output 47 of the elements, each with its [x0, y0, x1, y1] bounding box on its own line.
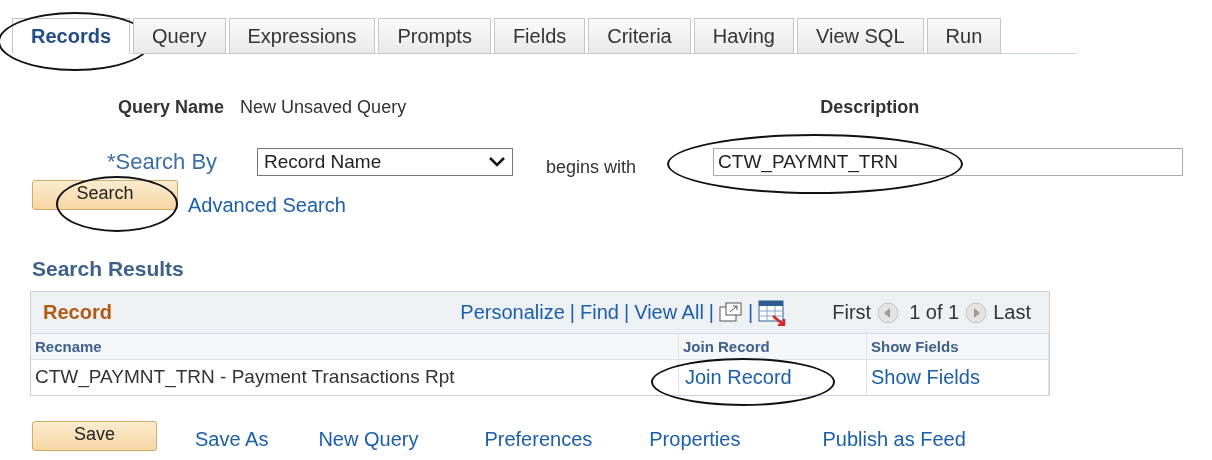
nav-label: Last — [993, 301, 1031, 324]
tab[interactable]: Prompts — [378, 18, 491, 54]
footer-link[interactable]: Preferences — [484, 428, 593, 451]
tab[interactable]: Records — [12, 18, 131, 54]
tab[interactable]: Having — [693, 18, 794, 54]
column-header: Join Record — [679, 334, 867, 360]
show-fields-link[interactable]: Show Fields — [871, 366, 980, 388]
operator-label: begins with — [546, 157, 637, 178]
grid-title: Record — [43, 301, 113, 324]
page-count: 1 of 1 — [909, 301, 960, 324]
column-header: Recname — [31, 334, 679, 360]
description-field[interactable]: CTW_PAYMNT_TRN — [713, 147, 1184, 176]
tab[interactable]: Fields — [493, 18, 586, 54]
tab[interactable]: Run — [926, 18, 1002, 54]
save-button[interactable]: Save — [32, 420, 157, 451]
section-title: Search Results — [32, 257, 185, 281]
chevron-down-icon — [488, 155, 506, 168]
footer-link[interactable]: Save As — [195, 428, 269, 451]
separator: | — [748, 301, 754, 324]
field-value: New Unsaved Query — [240, 96, 407, 118]
grid-link[interactable]: Personalize — [460, 301, 565, 324]
tab[interactable]: Query — [133, 18, 226, 54]
grid-link[interactable]: View All — [634, 301, 704, 324]
previous-icon[interactable] — [877, 301, 900, 324]
footer-link[interactable]: Publish as Feed — [822, 428, 966, 451]
nav-label: First — [832, 301, 872, 324]
field-label: *Search By — [107, 148, 219, 175]
tab[interactable]: Criteria — [588, 18, 691, 54]
column-header: Show Fields — [867, 334, 1049, 360]
search-button[interactable]: Search — [32, 179, 178, 210]
separator: | — [708, 301, 715, 324]
footer-link[interactable]: New Query — [318, 428, 419, 451]
field-label: Description — [820, 96, 920, 118]
next-icon[interactable] — [965, 301, 988, 324]
grid-download-icon[interactable] — [758, 299, 787, 326]
advanced-search-link[interactable]: Advanced Search — [188, 194, 346, 217]
popout-icon[interactable] — [719, 301, 744, 324]
footer-link[interactable]: Properties — [649, 428, 741, 451]
field-label: Query Name — [118, 96, 225, 118]
tab[interactable]: View SQL — [797, 18, 924, 54]
tab[interactable]: Expressions — [228, 18, 376, 54]
grid-link[interactable]: Find — [580, 301, 619, 324]
separator: | — [623, 301, 630, 324]
join-record-link[interactable]: Join Record — [685, 366, 792, 388]
table-cell: CTW_PAYMNT_TRN - Payment Transactions Rpt — [35, 366, 455, 387]
separator: | — [569, 301, 576, 324]
search-by-dropdown[interactable]: Record Name — [257, 147, 513, 176]
